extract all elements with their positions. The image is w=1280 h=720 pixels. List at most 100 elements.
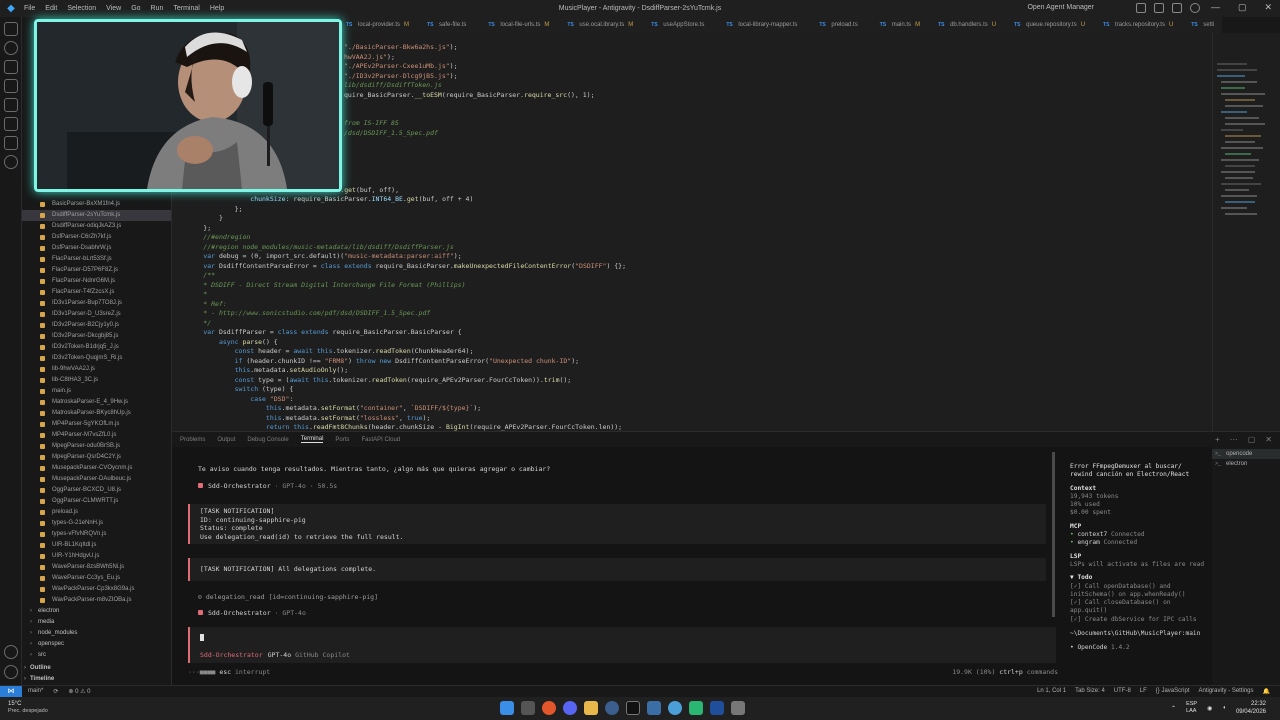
file-item[interactable]: ID3v2Token-B1drjq5_J.js xyxy=(22,342,171,353)
search-app-icon[interactable] xyxy=(521,701,535,715)
testing-icon[interactable] xyxy=(4,136,18,150)
file-item[interactable]: DsfParser-DsabhrW.js xyxy=(22,243,171,254)
account-icon[interactable] xyxy=(4,645,18,659)
toggle-secondary-sidebar-icon[interactable] xyxy=(1172,3,1182,13)
file-item[interactable]: ID3v2Parser-Dkcgbj85.js xyxy=(22,331,171,342)
tab-output[interactable]: Output xyxy=(217,437,235,443)
file-item[interactable]: types-G-21eNnH.js xyxy=(22,518,171,529)
app-icon-2[interactable] xyxy=(668,701,682,715)
problems-indicator[interactable]: ⊗ 0 ⚠ 0 xyxy=(68,688,90,695)
file-item[interactable]: lib-C8tHA3_3C.js xyxy=(22,375,171,386)
brave-browser-icon[interactable] xyxy=(542,701,556,715)
editor-tab[interactable]: safe-file.ts xyxy=(423,17,484,33)
encoding[interactable]: UTF-8 xyxy=(1114,688,1131,695)
remote-explorer-icon[interactable] xyxy=(4,117,18,131)
app-icon-3[interactable] xyxy=(689,701,703,715)
editor-tab[interactable]: main.tsM xyxy=(876,17,934,33)
toggle-sidebar-icon[interactable] xyxy=(1136,3,1146,13)
tab-ports[interactable]: Ports xyxy=(335,437,349,443)
folder-item-media[interactable]: media xyxy=(22,617,171,628)
model-selector[interactable]: Sdd-Orchestrator GPT-4o GitHub Copilot xyxy=(200,651,350,659)
more-actions-button[interactable]: ⋯ xyxy=(1230,435,1238,444)
close-button[interactable]: ✕ xyxy=(1264,2,1272,13)
line-ending[interactable]: LF xyxy=(1140,688,1147,695)
file-item[interactable]: MP4Parser-5gYKOfLm.js xyxy=(22,419,171,430)
file-item[interactable]: WaveParser-Cc3ys_Eu.js xyxy=(22,573,171,584)
start-icon[interactable] xyxy=(500,701,514,715)
file-item[interactable]: DsdiffParser-2sYuTcmk.js xyxy=(22,210,171,221)
wifi-icon[interactable]: ◉ xyxy=(1207,705,1212,712)
menu-run[interactable]: Run xyxy=(151,5,164,12)
file-item[interactable]: ID3v1Parser-Bup7TO8J.js xyxy=(22,298,171,309)
file-item[interactable]: preload.js xyxy=(22,507,171,518)
file-item[interactable]: WaveParser-8zsBWh5Ni.js xyxy=(22,562,171,573)
search-icon[interactable] xyxy=(4,41,18,55)
file-item[interactable]: UIR-BL1KqItdl.js xyxy=(22,540,171,551)
file-item[interactable]: FlacParser-D57P6F8Z.js xyxy=(22,265,171,276)
menu-go[interactable]: Go xyxy=(131,5,140,12)
x-icon[interactable] xyxy=(626,701,640,715)
sync-icon[interactable]: ⟳ xyxy=(53,688,58,695)
file-item[interactable]: MusepackParser-DAulbeuc.js xyxy=(22,474,171,485)
app-icon-4[interactable] xyxy=(731,701,745,715)
file-item[interactable]: DsfParser-C6rZh7kf.js xyxy=(22,232,171,243)
editor-tab[interactable]: db.handlers.tsU xyxy=(934,17,1010,33)
file-item[interactable]: ID3v2Parser-B2Cjy1y0.js xyxy=(22,320,171,331)
menu-edit[interactable]: Edit xyxy=(45,5,57,12)
editor-tab[interactable]: local-provider.tsM xyxy=(342,17,423,33)
timeline-section[interactable]: Timeline xyxy=(22,674,171,685)
new-terminal-button[interactable]: + xyxy=(1215,435,1220,444)
file-explorer-icon[interactable] xyxy=(584,701,598,715)
editor-tab[interactable]: local-file-urls.tsM xyxy=(484,17,563,33)
agent-icon[interactable] xyxy=(4,155,18,169)
file-item[interactable]: MpegParser-odu0BrSB.js xyxy=(22,441,171,452)
explorer-icon[interactable] xyxy=(4,22,18,36)
cursor-position[interactable]: Ln 1, Col 1 xyxy=(1037,688,1066,695)
manage-gear-icon[interactable] xyxy=(4,665,18,679)
editor-tab[interactable]: useAppStore.ts xyxy=(647,17,722,33)
file-item[interactable]: FlacParser-bLrt53Sf.js xyxy=(22,254,171,265)
menu-file[interactable]: File xyxy=(24,5,35,12)
notifications-icon[interactable]: 🔔 xyxy=(1263,688,1270,695)
maximize-panel-button[interactable]: ▢ xyxy=(1248,435,1256,444)
file-item[interactable]: types-vFfvNRQVn.js xyxy=(22,529,171,540)
file-item[interactable]: WavPackParser-m8vZIOBa.js xyxy=(22,595,171,606)
terminal-scrollbar[interactable] xyxy=(1052,452,1055,617)
editor-tab[interactable]: use.ocal.ibrary.tsM xyxy=(563,17,647,33)
remote-indicator[interactable]: ⋈ xyxy=(0,685,22,698)
extensions-icon[interactable] xyxy=(4,98,18,112)
editor-tab[interactable]: setti xyxy=(1187,17,1222,33)
tab-terminal[interactable]: Terminal xyxy=(300,436,324,443)
file-item[interactable]: lib-9hwVAA2J.js xyxy=(22,364,171,375)
tab-fastapi-cloud[interactable]: FastAPI Cloud xyxy=(361,437,400,443)
outline-section[interactable]: Outline xyxy=(22,663,171,674)
branch-indicator[interactable]: main* xyxy=(28,688,43,695)
file-item[interactable]: MpegParser-QsrD4C2Y.js xyxy=(22,452,171,463)
maximize-button[interactable]: ▢ xyxy=(1238,2,1247,13)
file-item[interactable]: WavPackParser-Cp3kx8G9a.js xyxy=(22,584,171,595)
tab-problems[interactable]: Problems xyxy=(180,437,205,443)
discord-icon[interactable] xyxy=(563,701,577,715)
tab-size[interactable]: Tab Size: 4 xyxy=(1075,688,1105,695)
editor-tab[interactable]: tracks.repository.tsU xyxy=(1099,17,1187,33)
steam-icon[interactable] xyxy=(605,701,619,715)
tab-debug-console[interactable]: Debug Console xyxy=(247,437,288,443)
menu-selection[interactable]: Selection xyxy=(67,5,96,12)
agent-manager-button[interactable]: Open Agent Manager xyxy=(1027,4,1094,11)
folder-item-electron[interactable]: electron xyxy=(22,606,171,617)
prompt-input[interactable]: Sdd-Orchestrator GPT-4o GitHub Copilot xyxy=(188,627,1056,663)
folder-item-src[interactable]: src xyxy=(22,650,171,661)
todo-heading[interactable]: ▼ Todo xyxy=(1070,574,1212,582)
file-item[interactable]: UIR-Y1hHdgvU.js xyxy=(22,551,171,562)
file-item[interactable]: main.js xyxy=(22,386,171,397)
settings-icon[interactable] xyxy=(1190,3,1200,13)
source-control-icon[interactable] xyxy=(4,60,18,74)
editor-tab[interactable]: queue.repository.tsU xyxy=(1010,17,1099,33)
folder-item-openspec[interactable]: openspec xyxy=(22,639,171,650)
weather-widget[interactable]: 15°C Prec. despejado xyxy=(8,701,48,715)
terminal-item-electron[interactable]: electron xyxy=(1212,459,1280,469)
toggle-panel-icon[interactable] xyxy=(1154,3,1164,13)
file-item[interactable]: MatroskaParser-E_4_9Hw.js xyxy=(22,397,171,408)
file-item[interactable]: ID3v2Token-QuqjmS_Ri.js xyxy=(22,353,171,364)
run-debug-icon[interactable] xyxy=(4,79,18,93)
